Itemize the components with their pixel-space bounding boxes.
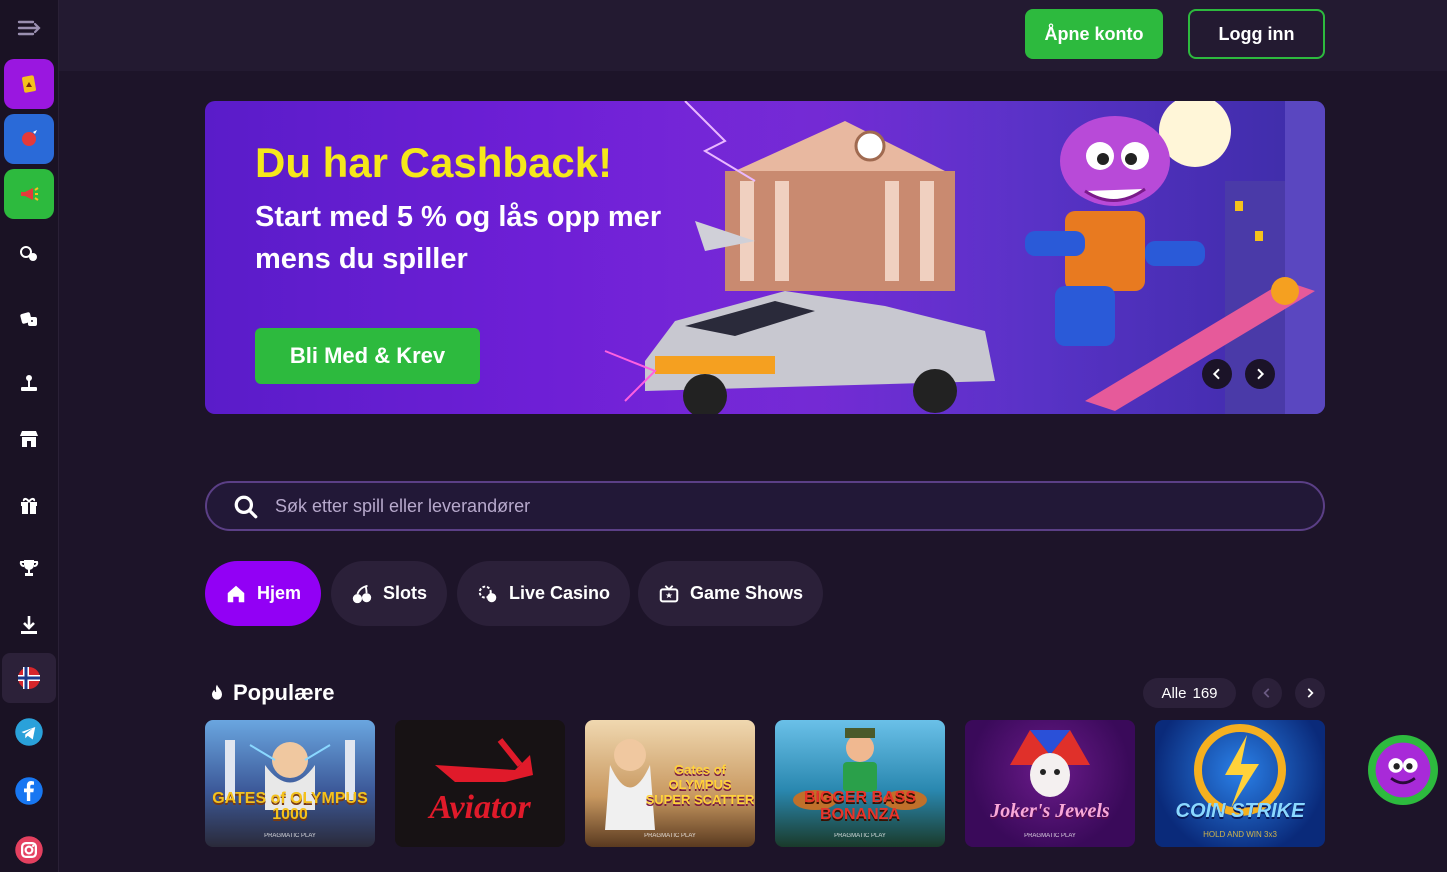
open-account-button[interactable]: Åpne konto: [1025, 9, 1163, 59]
chevron-right-icon: [1257, 368, 1265, 380]
popular-next-button[interactable]: [1295, 678, 1325, 708]
tab-home-label: Hjem: [257, 583, 302, 603]
search-bar[interactable]: [205, 481, 1325, 531]
chevron-right-icon: [1307, 688, 1314, 698]
see-all-label: Alle: [1161, 684, 1187, 702]
chevron-left-icon: [1263, 688, 1270, 698]
hero-subtitle: Start med 5 % og lås opp mer mens du spi…: [255, 201, 662, 275]
chevron-left-icon: [1212, 368, 1220, 380]
game-title: Joker's Jewels: [990, 800, 1110, 822]
game-art: [225, 740, 355, 810]
game-title: Aviator: [429, 789, 531, 826]
tab-home[interactable]: Hjem: [205, 561, 322, 626]
login-button[interactable]: Logg inn: [1188, 9, 1325, 59]
tab-slots-label: Slots: [383, 583, 428, 603]
gift-icon[interactable]: [4, 480, 54, 530]
tab-game-shows-label: Game Shows: [690, 583, 804, 603]
facebook-icon[interactable]: [4, 766, 54, 816]
language-norway-flag-icon[interactable]: [2, 653, 56, 703]
game-provider: PRAGMATIC PLAY: [834, 833, 886, 839]
section-title-popular: Populære: [207, 680, 334, 706]
dice-icon[interactable]: [4, 294, 54, 344]
see-all-count: 169: [1192, 684, 1218, 702]
promo-tile-megaphone-icon[interactable]: [4, 169, 54, 219]
joystick-icon[interactable]: [4, 358, 54, 408]
menu-toggle-icon[interactable]: [4, 3, 54, 53]
game-provider: HOLD AND WIN 3x3: [1203, 830, 1277, 839]
home-icon: [227, 585, 245, 602]
hero-banner[interactable]: Du har Cashback! Start med 5 % og lås op…: [205, 101, 1325, 414]
chat-support-button[interactable]: [1368, 735, 1438, 805]
promo-tile-cards-icon[interactable]: [4, 59, 54, 109]
sidebar: [0, 0, 59, 872]
shop-icon[interactable]: [4, 414, 54, 464]
mascot-chat-icon: [1375, 742, 1431, 798]
chips-icon: [478, 585, 497, 602]
game-title: COIN STRIKE: [1175, 800, 1305, 822]
game-art: [1010, 730, 1090, 797]
popular-prev-button[interactable]: [1252, 678, 1282, 708]
game-tile-bigger-bass-bonanza[interactable]: BIGGER BASS BONANZA PRAGMATIC PLAY: [775, 720, 945, 847]
hero-title: Du har Cashback!: [255, 139, 613, 186]
tv-icon: [659, 584, 679, 602]
telegram-icon[interactable]: [4, 707, 54, 757]
tab-live-casino-label: Live Casino: [509, 583, 611, 603]
game-tile-jokers-jewels[interactable]: Joker's Jewels PRAGMATIC PLAY: [965, 720, 1135, 847]
game-provider: PRAGMATIC PLAY: [644, 833, 696, 839]
game-art: [793, 728, 927, 810]
promo-tile-rocket-icon[interactable]: [4, 114, 54, 164]
flame-icon: [212, 684, 222, 700]
game-tile-coin-strike[interactable]: COIN STRIKE HOLD AND WIN 3x3: [1155, 720, 1325, 847]
trophy-icon[interactable]: [4, 543, 54, 593]
cherries-icon: [352, 584, 372, 603]
game-art: [435, 738, 533, 782]
see-all-button[interactable]: Alle 169: [1143, 678, 1236, 708]
section-title-text: Populære: [233, 680, 335, 705]
tab-game-shows[interactable]: Game Shows: [638, 561, 824, 626]
search-input[interactable]: [275, 483, 1275, 529]
game-provider: PRAGMATIC PLAY: [264, 833, 316, 839]
game-title: GATES of OLYMPUS 1000: [212, 790, 368, 823]
download-icon[interactable]: [4, 600, 54, 650]
instagram-icon[interactable]: [4, 825, 54, 872]
hero-cta-button[interactable]: Bli Med & Krev: [255, 328, 480, 384]
hero-prev-button[interactable]: [1202, 359, 1232, 389]
game-title: Gates of OLYMPUS SUPER SCATTER: [645, 762, 755, 807]
game-tile-aviator[interactable]: Aviator: [395, 720, 565, 847]
game-tile-gates-of-olympus-1000[interactable]: GATES of OLYMPUS 1000 PRAGMATIC PLAY: [205, 720, 375, 847]
tab-live-casino[interactable]: Live Casino: [457, 561, 631, 626]
game-title: BIGGER BASS BONANZA: [803, 789, 916, 823]
game-tile-gates-of-olympus-super-scatter[interactable]: Gates of OLYMPUS SUPER SCATTER PRAGMATIC…: [585, 720, 755, 847]
game-provider: PRAGMATIC PLAY: [1024, 833, 1076, 839]
search-icon: [234, 495, 258, 519]
game-art: [1194, 724, 1286, 816]
live-casino-chips-icon[interactable]: [4, 229, 54, 279]
hero-next-button[interactable]: [1245, 359, 1275, 389]
tab-slots[interactable]: Slots: [331, 561, 448, 626]
